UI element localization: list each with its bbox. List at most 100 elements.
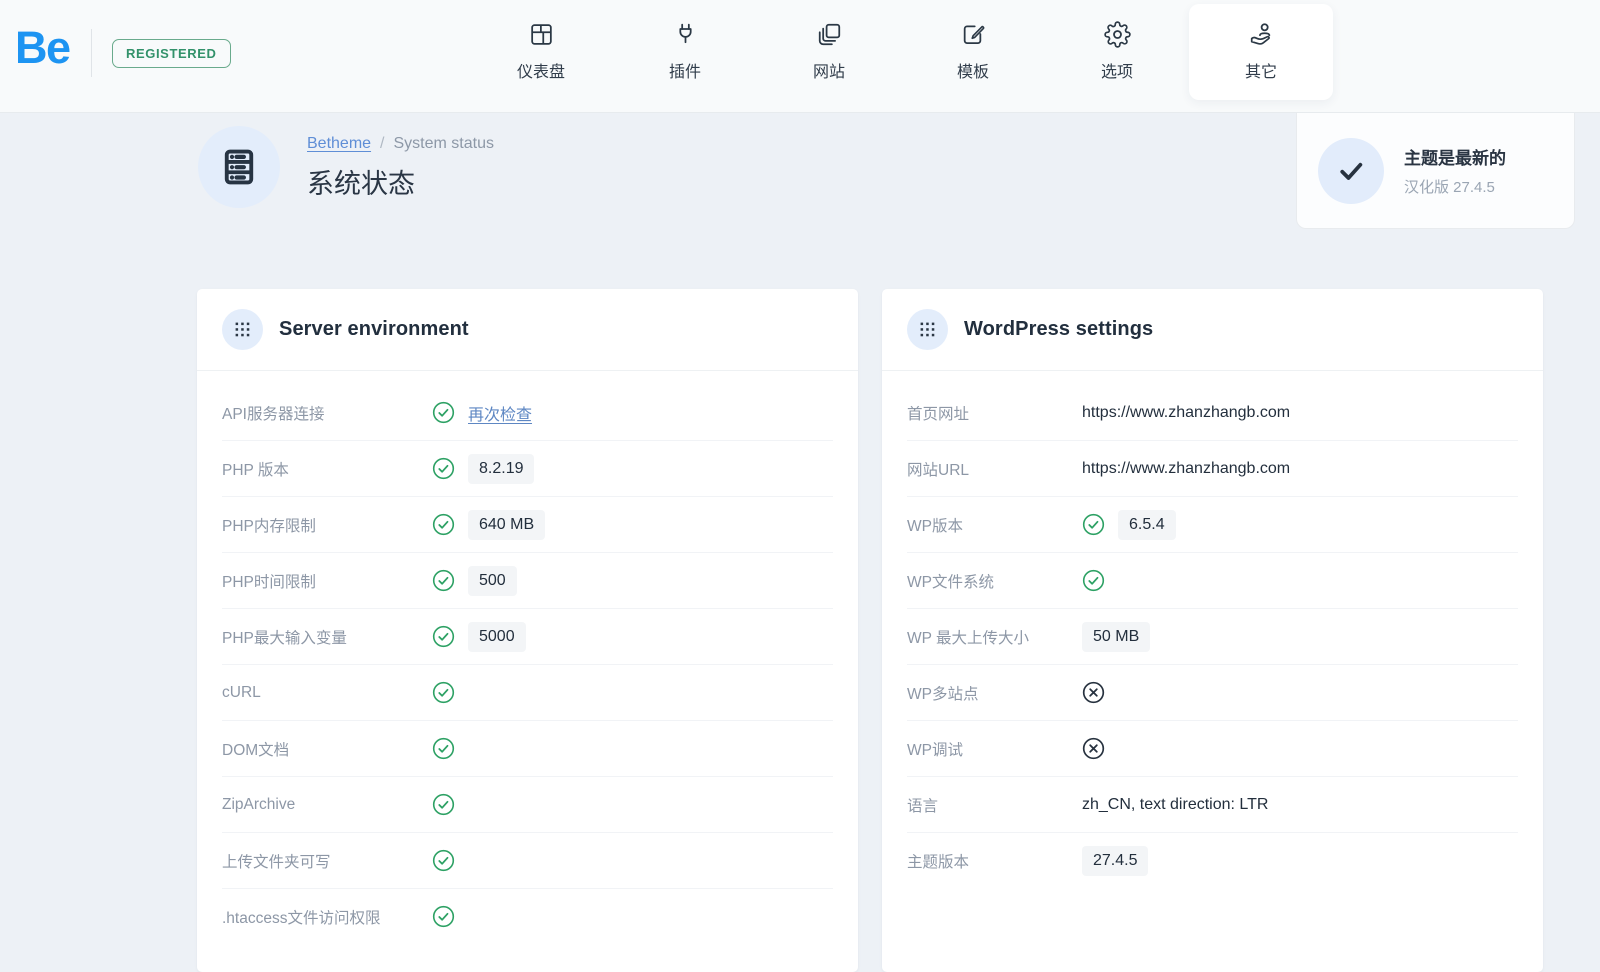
card-icon-circle xyxy=(222,309,263,350)
breadcrumb: Betheme/System status xyxy=(307,135,494,153)
card-header: WordPress settings xyxy=(882,289,1543,371)
card-title: WordPress settings xyxy=(964,318,1153,341)
betheme-logo[interactable]: Be xyxy=(15,22,70,74)
nav-item-other[interactable]: 其它 xyxy=(1189,4,1333,100)
status-row: WP 最大上传大小50 MB xyxy=(907,609,1518,665)
grid-dots-icon xyxy=(919,321,936,338)
status-ok-icon xyxy=(1082,513,1105,536)
server-icon xyxy=(218,146,260,188)
value-badge: 27.4.5 xyxy=(1082,846,1148,876)
plugin-icon xyxy=(672,21,699,48)
row-label: WP文件系统 xyxy=(907,570,1082,592)
value-badge: 6.5.4 xyxy=(1118,510,1176,540)
status-row: 主题版本27.4.5 xyxy=(907,833,1518,888)
status-ok-icon xyxy=(432,457,455,480)
row-label: WP 最大上传大小 xyxy=(907,626,1082,648)
status-ok-icon xyxy=(432,737,455,760)
row-label: PHP最大输入变量 xyxy=(222,626,432,648)
breadcrumb-link-betheme[interactable]: Betheme xyxy=(307,135,371,152)
other-icon xyxy=(1248,21,1275,48)
card-icon-circle xyxy=(907,309,948,350)
nav-item-label: 选项 xyxy=(1101,58,1133,82)
status-disabled-icon xyxy=(1082,737,1105,760)
row-label: ZipArchive xyxy=(222,796,432,814)
row-label: 首页网址 xyxy=(907,402,1082,424)
value-badge: 50 MB xyxy=(1082,622,1150,652)
nav-item-label: 仪表盘 xyxy=(517,58,565,82)
recheck-link[interactable]: 再次检查 xyxy=(468,401,532,425)
value-badge: 8.2.19 xyxy=(468,454,534,484)
card-header: Server environment xyxy=(197,289,858,371)
nav-item-options[interactable]: 选项 xyxy=(1045,0,1189,113)
row-label: API服务器连接 xyxy=(222,402,432,424)
status-ok-icon xyxy=(432,513,455,536)
row-label: 主题版本 xyxy=(907,850,1082,872)
nav-item-templates[interactable]: 模板 xyxy=(901,0,1045,113)
templates-icon xyxy=(960,21,987,48)
row-label: WP版本 xyxy=(907,514,1082,536)
status-row: 网站URLhttps://www.zhanzhangb.com xyxy=(907,441,1518,497)
nav-item-websites[interactable]: 网站 xyxy=(757,0,901,113)
update-version: 汉化版 27.4.5 xyxy=(1404,176,1506,197)
status-row: 首页网址https://www.zhanzhangb.com xyxy=(907,385,1518,441)
status-disabled-icon xyxy=(1082,681,1105,704)
status-row: PHP最大输入变量 5000 xyxy=(222,609,833,665)
system-status-icon-circle xyxy=(198,126,280,208)
status-ok-icon xyxy=(1082,569,1105,592)
value-text: https://www.zhanzhangb.com xyxy=(1082,460,1290,478)
value-badge: 500 xyxy=(468,566,517,596)
status-ok-icon xyxy=(432,793,455,816)
card-wordpress-settings: WordPress settings首页网址https://www.zhanzh… xyxy=(882,289,1543,972)
websites-icon xyxy=(816,21,843,48)
status-row: 上传文件夹可写 xyxy=(222,833,833,889)
status-row: WP多站点 xyxy=(907,665,1518,721)
page-header: Betheme/System status 系统状态 xyxy=(198,126,494,208)
nav-item-plugin[interactable]: 插件 xyxy=(613,0,757,113)
card-rows: 首页网址https://www.zhanzhangb.com网站URLhttps… xyxy=(882,371,1543,916)
value-text: zh_CN, text direction: LTR xyxy=(1082,796,1268,814)
value-badge: 5000 xyxy=(468,622,526,652)
nav-item-label: 插件 xyxy=(669,58,701,82)
status-row: WP调试 xyxy=(907,721,1518,777)
status-ok-icon xyxy=(432,849,455,872)
page-title: 系统状态 xyxy=(307,162,494,201)
status-row: PHP内存限制640 MB xyxy=(222,497,833,553)
row-label: DOM文档 xyxy=(222,738,432,760)
row-label: PHP 版本 xyxy=(222,458,432,480)
status-row: API服务器连接 再次检查 xyxy=(222,385,833,441)
status-ok-icon xyxy=(432,905,455,928)
topbar: Be REGISTERED 仪表盘插件网站模板选项其它 xyxy=(0,0,1600,113)
row-label: cURL xyxy=(222,684,432,702)
status-row: ZipArchive xyxy=(222,777,833,833)
row-label: PHP时间限制 xyxy=(222,570,432,592)
status-ok-icon xyxy=(432,625,455,648)
theme-update-panel: 主题是最新的 汉化版 27.4.5 xyxy=(1296,113,1575,229)
main-nav: 仪表盘 插件 网站 模板 选项 其它 xyxy=(469,0,1333,113)
update-title: 主题是最新的 xyxy=(1404,144,1506,169)
row-label: PHP内存限制 xyxy=(222,514,432,536)
row-label: .htaccess文件访问权限 xyxy=(222,906,432,928)
check-icon xyxy=(1336,156,1366,186)
card-rows: API服务器连接再次检查PHP 版本8.2.19PHP内存限制640 MBPHP… xyxy=(197,371,858,972)
nav-item-dashboard[interactable]: 仪表盘 xyxy=(469,0,613,113)
status-row: WP版本 6.5.4 xyxy=(907,497,1518,553)
nav-item-label: 模板 xyxy=(957,58,989,82)
options-icon xyxy=(1104,21,1131,48)
status-row: PHP时间限制 500 xyxy=(222,553,833,609)
breadcrumb-current: System status xyxy=(394,135,494,152)
card-server-environment: Server environment API服务器连接 再次检查 PHP 版本 8.2.… xyxy=(197,289,858,972)
status-row: 语言zh_CN, text direction: LTR xyxy=(907,777,1518,833)
row-label: 语言 xyxy=(907,794,1082,816)
status-cards: Server environment API服务器连接 再次检查 PHP 版本 8.2.… xyxy=(197,289,1543,972)
value-text: https://www.zhanzhangb.com xyxy=(1082,404,1290,422)
status-row: cURL xyxy=(222,665,833,721)
status-ok-icon xyxy=(432,401,455,424)
status-row: PHP 版本 8.2.19 xyxy=(222,441,833,497)
page-header-text: Betheme/System status 系统状态 xyxy=(307,126,494,208)
check-icon-circle xyxy=(1318,138,1384,204)
nav-item-label: 网站 xyxy=(813,58,845,82)
card-title: Server environment xyxy=(279,318,469,341)
row-label: 网站URL xyxy=(907,458,1082,480)
dashboard-icon xyxy=(528,21,555,48)
status-ok-icon xyxy=(432,569,455,592)
